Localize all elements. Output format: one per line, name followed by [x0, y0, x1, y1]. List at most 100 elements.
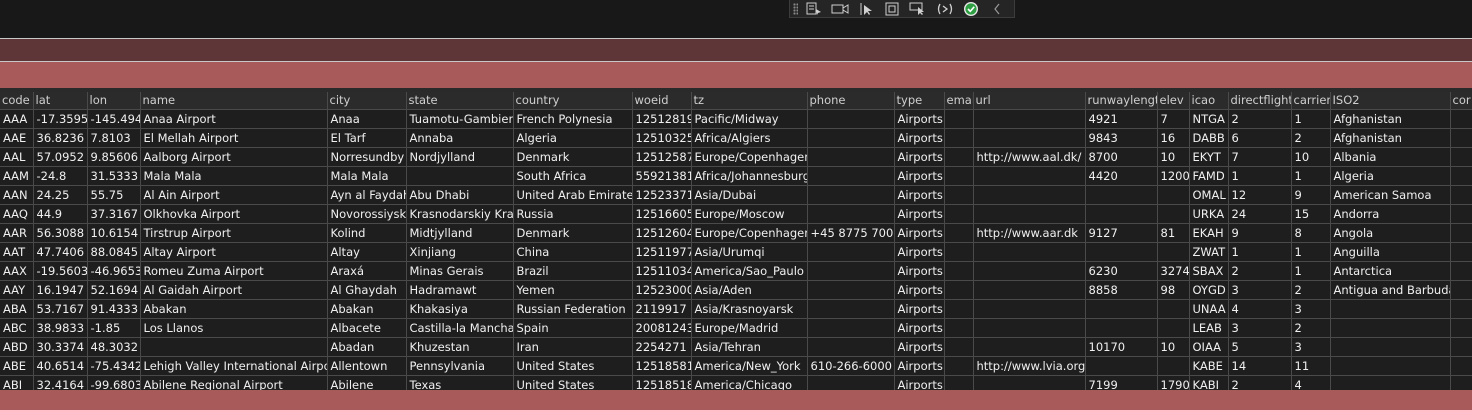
cell-lat[interactable]: 38.9833: [33, 318, 88, 338]
cell-phone[interactable]: [807, 280, 895, 300]
cell-cor[interactable]: [1450, 109, 1472, 129]
cell-woeid[interactable]: 12512587: [632, 147, 692, 167]
cell-runwaylength[interactable]: [1085, 185, 1158, 205]
cell-country[interactable]: Brazil: [513, 261, 633, 281]
table-row[interactable]: AAE 36.8236 7.8103 El Mellah Airport El Tarf…: [0, 128, 1472, 148]
cell-url[interactable]: [973, 128, 1086, 148]
cell-icao[interactable]: OMAL: [1189, 185, 1229, 205]
cell-lat[interactable]: 57.0952: [33, 147, 88, 167]
column-header-woeid[interactable]: woeid: [632, 92, 692, 110]
cell-directflights[interactable]: 5: [1228, 337, 1292, 357]
cell-phone[interactable]: [807, 299, 895, 319]
cell-cor[interactable]: [1450, 128, 1472, 148]
cell-code[interactable]: AAT: [0, 242, 34, 262]
cell-lon[interactable]: 10.6154: [87, 223, 141, 243]
cell-carriers[interactable]: 10: [1291, 147, 1331, 167]
cell-woeid[interactable]: 12516605: [632, 204, 692, 224]
cell-carriers[interactable]: 3: [1291, 337, 1331, 357]
cell-carriers[interactable]: 2: [1291, 280, 1331, 300]
cell-lon[interactable]: 55.75: [87, 185, 141, 205]
cell-lon[interactable]: -46.9653: [87, 261, 141, 281]
cell-tz[interactable]: Europe/Madrid: [691, 318, 808, 338]
cell-iso2[interactable]: Afghanistan: [1330, 109, 1451, 129]
cell-country[interactable]: Denmark: [513, 223, 633, 243]
cell-lat[interactable]: 56.3088: [33, 223, 88, 243]
cell-country[interactable]: South Africa: [513, 166, 633, 186]
cell-iso2[interactable]: [1330, 337, 1451, 357]
cell-city[interactable]: Altay: [327, 242, 407, 262]
cell-country[interactable]: United Arab Emirates: [513, 185, 633, 205]
cell-url[interactable]: [973, 242, 1086, 262]
cell-carriers[interactable]: 4: [1291, 375, 1331, 390]
cell-lat[interactable]: 24.25: [33, 185, 88, 205]
cell-phone[interactable]: [807, 337, 895, 357]
cell-city[interactable]: Norresundby: [327, 147, 407, 167]
cell-runwaylength[interactable]: [1085, 204, 1158, 224]
cell-woeid[interactable]: 12511977: [632, 242, 692, 262]
cell-directflights[interactable]: 2: [1228, 109, 1292, 129]
cell-cor[interactable]: [1450, 356, 1472, 376]
cell-city[interactable]: Abadan: [327, 337, 407, 357]
cell-lat[interactable]: 40.6514: [33, 356, 88, 376]
cell-name[interactable]: Lehigh Valley International Airport: [140, 356, 328, 376]
cell-lon[interactable]: -145.494: [87, 109, 141, 129]
cell-woeid[interactable]: 12511034: [632, 261, 692, 281]
cell-lon[interactable]: 88.0845: [87, 242, 141, 262]
column-header-runwaylength[interactable]: runwaylength: [1085, 92, 1158, 110]
cell-phone[interactable]: [807, 375, 895, 390]
cell-country[interactable]: Russian Federation: [513, 299, 633, 319]
cell-country[interactable]: Yemen: [513, 280, 633, 300]
cell-lon[interactable]: -75.4342: [87, 356, 141, 376]
cell-iso2[interactable]: [1330, 375, 1451, 390]
cell-elev[interactable]: 16: [1157, 128, 1190, 148]
cell-email[interactable]: [944, 375, 974, 390]
cell-type[interactable]: Airports: [894, 318, 945, 338]
cell-type[interactable]: Airports: [894, 280, 945, 300]
cell-state[interactable]: Tuamotu-Gambier: [406, 109, 514, 129]
cell-email[interactable]: [944, 166, 974, 186]
column-header-cor[interactable]: cor: [1450, 92, 1472, 110]
cell-type[interactable]: Airports: [894, 375, 945, 390]
cell-icao[interactable]: ZWAT: [1189, 242, 1229, 262]
cell-tz[interactable]: Europe/Copenhagen: [691, 223, 808, 243]
cell-directflights[interactable]: 9: [1228, 223, 1292, 243]
cell-phone[interactable]: [807, 261, 895, 281]
cell-carriers[interactable]: 3: [1291, 299, 1331, 319]
cell-state[interactable]: Xinjiang: [406, 242, 514, 262]
table-row[interactable]: ABC 38.9833 -1.85 Los Llanos Albacete Castill…: [0, 318, 1472, 338]
hot-reload-icon[interactable]: [936, 1, 954, 17]
cell-email[interactable]: [944, 356, 974, 376]
cell-lat[interactable]: -17.3595: [33, 109, 88, 129]
cell-name[interactable]: Aalborg Airport: [140, 147, 328, 167]
cell-lon[interactable]: 31.5333: [87, 166, 141, 186]
cell-elev[interactable]: 81: [1157, 223, 1190, 243]
cell-elev[interactable]: 3274: [1157, 261, 1190, 281]
cell-icao[interactable]: EKYT: [1189, 147, 1229, 167]
cell-icao[interactable]: KABI: [1189, 375, 1229, 390]
cell-iso2[interactable]: Albania: [1330, 147, 1451, 167]
cell-directflights[interactable]: 14: [1228, 356, 1292, 376]
cell-phone[interactable]: [807, 128, 895, 148]
cell-lon[interactable]: 91.4333: [87, 299, 141, 319]
cell-directflights[interactable]: 4: [1228, 299, 1292, 319]
column-header-lon[interactable]: lon: [87, 92, 141, 110]
cell-elev[interactable]: [1157, 299, 1190, 319]
column-header-type[interactable]: type: [894, 92, 945, 110]
cell-elev[interactable]: 98: [1157, 280, 1190, 300]
cell-elev[interactable]: [1157, 185, 1190, 205]
cell-icao[interactable]: FAMD: [1189, 166, 1229, 186]
cell-url[interactable]: [973, 261, 1086, 281]
cell-directflights[interactable]: 3: [1228, 280, 1292, 300]
cell-email[interactable]: [944, 280, 974, 300]
cell-code[interactable]: AAY: [0, 280, 34, 300]
cell-country[interactable]: Denmark: [513, 147, 633, 167]
cell-url[interactable]: http://www.lvia.org/: [973, 356, 1086, 376]
cell-email[interactable]: [944, 147, 974, 167]
cell-url[interactable]: http://www.aal.dk/: [973, 147, 1086, 167]
cell-runwaylength[interactable]: 7199: [1085, 375, 1158, 390]
cell-email[interactable]: [944, 337, 974, 357]
cell-code[interactable]: ABA: [0, 299, 34, 319]
cell-tz[interactable]: Asia/Krasnoyarsk: [691, 299, 808, 319]
cell-lon[interactable]: 48.3032: [87, 337, 141, 357]
cell-tz[interactable]: Asia/Tehran: [691, 337, 808, 357]
